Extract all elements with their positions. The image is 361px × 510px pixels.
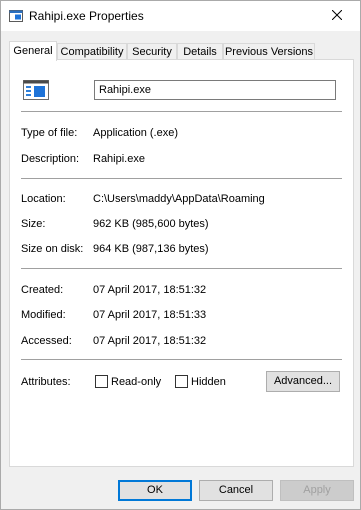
tab-previous-versions[interactable]: Previous Versions <box>223 43 315 60</box>
hidden-checkbox[interactable] <box>175 375 188 388</box>
tab-details[interactable]: Details <box>177 43 223 60</box>
window-title: Rahipi.exe Properties <box>29 9 144 23</box>
modified-label: Modified: <box>21 309 66 321</box>
location-label: Location: <box>21 193 66 205</box>
hidden-label[interactable]: Hidden <box>191 376 226 388</box>
accessed-label: Accessed: <box>21 335 72 347</box>
separator <box>21 178 342 179</box>
readonly-checkbox[interactable] <box>95 375 108 388</box>
separator <box>21 359 342 360</box>
separator <box>21 111 342 112</box>
properties-dialog: Rahipi.exe Properties General Compatibil… <box>0 0 361 510</box>
accessed-value: 07 April 2017, 18:51:32 <box>93 335 207 347</box>
separator <box>21 268 342 269</box>
attributes-label: Attributes: <box>21 376 71 388</box>
file-name-field[interactable] <box>94 80 336 100</box>
created-label: Created: <box>21 284 64 296</box>
apply-button[interactable]: Apply <box>280 480 354 501</box>
close-button[interactable] <box>314 1 360 31</box>
description-label: Description: <box>21 153 80 165</box>
location-value: C:\Users\maddy\AppData\Roaming <box>93 193 265 205</box>
type-of-file-value: Application (.exe) <box>93 127 178 139</box>
modified-value: 07 April 2017, 18:51:33 <box>93 309 207 321</box>
description-value: Rahipi.exe <box>93 153 145 165</box>
title-bar: Rahipi.exe Properties <box>1 1 360 31</box>
general-panel: Type of file: Application (.exe) Descrip… <box>9 59 354 467</box>
size-label: Size: <box>21 218 46 230</box>
size-value: 962 KB (985,600 bytes) <box>93 218 209 230</box>
size-on-disk-label: Size on disk: <box>21 243 84 255</box>
type-of-file-label: Type of file: <box>21 127 78 139</box>
advanced-button[interactable]: Advanced... <box>266 371 340 392</box>
cancel-button[interactable]: Cancel <box>199 480 273 501</box>
created-value: 07 April 2017, 18:51:32 <box>93 284 207 296</box>
close-icon <box>331 9 343 23</box>
tab-security[interactable]: Security <box>127 43 177 60</box>
tab-general[interactable]: General <box>9 41 57 61</box>
ok-button[interactable]: OK <box>118 480 192 501</box>
tab-compatibility[interactable]: Compatibility <box>57 43 127 60</box>
readonly-label[interactable]: Read-only <box>111 376 161 388</box>
exe-window-icon <box>9 10 23 22</box>
size-on-disk-value: 964 KB (987,136 bytes) <box>93 243 209 255</box>
application-file-icon <box>23 80 49 100</box>
